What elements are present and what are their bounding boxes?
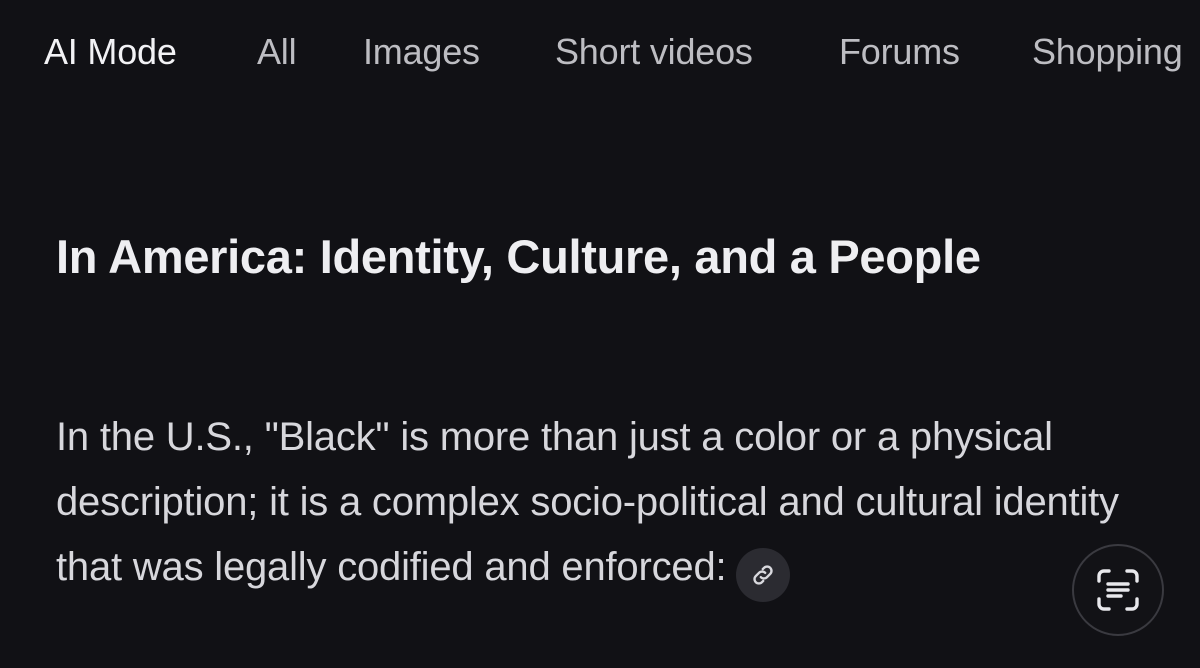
tab-forums[interactable]: Forums <box>839 30 960 74</box>
search-mode-tabs: AI Mode All Images Short videos Forums S… <box>0 0 1200 100</box>
response-paragraph: In the U.S., "Black" is more than just a… <box>56 405 1156 602</box>
citation-link-button[interactable] <box>736 548 791 602</box>
tab-short-videos[interactable]: Short videos <box>555 30 753 74</box>
response-paragraph-text: In the U.S., "Black" is more than just a… <box>56 415 1119 589</box>
lens-text-scan-icon <box>1097 569 1139 611</box>
tab-all[interactable]: All <box>257 30 297 74</box>
link-icon <box>753 565 774 585</box>
response-heading: In America: Identity, Culture, and a Peo… <box>56 230 981 283</box>
tab-images[interactable]: Images <box>363 30 480 74</box>
lens-text-scan-button[interactable] <box>1072 544 1164 636</box>
tab-ai-mode[interactable]: AI Mode <box>44 30 177 74</box>
tab-shopping[interactable]: Shopping <box>1032 30 1183 74</box>
